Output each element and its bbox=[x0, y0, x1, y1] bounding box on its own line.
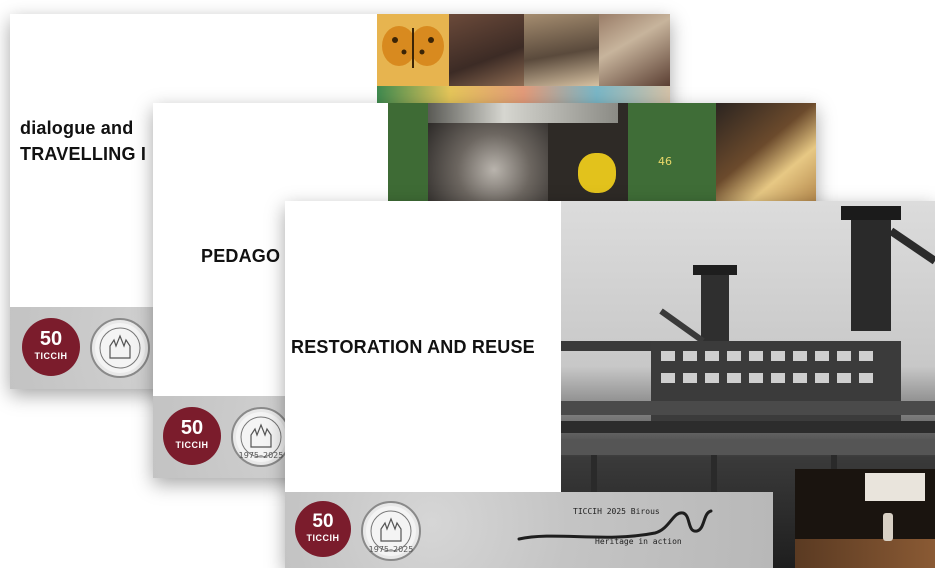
slide-2-title: PEDAGO bbox=[201, 246, 281, 266]
butterfly-photo bbox=[377, 14, 449, 86]
door-sign: 46 bbox=[658, 155, 672, 168]
poster-strip bbox=[377, 86, 670, 104]
group-photo-1 bbox=[449, 14, 524, 86]
cathedral-seal-icon bbox=[99, 327, 141, 369]
seal-years: 1975–2025 bbox=[238, 451, 284, 460]
watermark-line-2: Heritage in action bbox=[595, 537, 682, 546]
group-photo-2 bbox=[524, 14, 599, 86]
slide-1-title-line-1: dialogue and bbox=[20, 118, 134, 138]
conference-watermark: TICCIH 2025 Birous Heritage in action bbox=[515, 503, 715, 553]
seal-years: 1975–2025 bbox=[368, 545, 414, 554]
ticcih-50-logo: 50 TICCIH bbox=[22, 318, 80, 376]
speaker-figure bbox=[883, 513, 893, 541]
green-door: 46 bbox=[628, 103, 716, 201]
conference-stage-photo bbox=[795, 469, 935, 568]
welder-right bbox=[716, 103, 816, 201]
slide-1-title-line-2: TRAVELLING I bbox=[20, 144, 147, 164]
logo-number: 50 bbox=[39, 328, 63, 350]
ticcih-50-logo: 50 TICCIH bbox=[295, 501, 351, 557]
yellow-helmet bbox=[578, 153, 616, 193]
welder-left bbox=[428, 123, 548, 201]
logo-name: TICCIH bbox=[175, 440, 209, 450]
logo-name: TICCIH bbox=[306, 533, 340, 543]
slide-restoration-reuse: RESTORATION AND REUSE 50 TICCIH 1975–202… bbox=[285, 201, 935, 568]
anniversary-seal bbox=[90, 318, 150, 378]
ticcih-50-logo: 50 TICCIH bbox=[163, 407, 221, 465]
watermark-line-1: TICCIH 2025 Birous bbox=[573, 507, 660, 516]
butterfly-icon bbox=[382, 26, 444, 68]
logo-name: TICCIH bbox=[34, 351, 68, 361]
stage-screen bbox=[865, 473, 925, 501]
group-photo-3 bbox=[599, 14, 670, 86]
green-machine bbox=[388, 103, 428, 201]
stage-floor bbox=[795, 539, 935, 568]
slide-1-photo-collage bbox=[377, 14, 670, 104]
slide-2-welding-photo: 46 bbox=[388, 103, 816, 201]
workshop-window bbox=[428, 103, 618, 123]
slide-3-title: RESTORATION AND REUSE bbox=[291, 337, 535, 357]
logo-number: 50 bbox=[312, 511, 334, 532]
anniversary-seal: 1975–2025 bbox=[361, 501, 421, 561]
logo-number: 50 bbox=[180, 417, 204, 439]
anniversary-seal: 1975–2025 bbox=[231, 407, 291, 467]
